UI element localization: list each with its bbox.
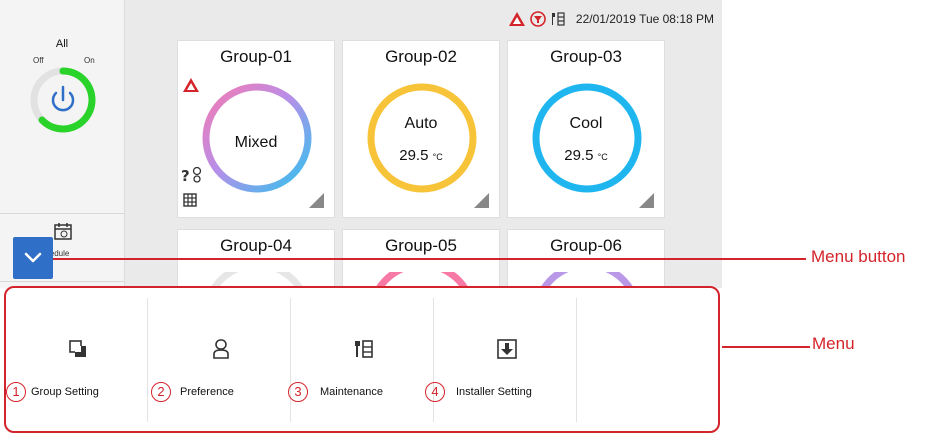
maintenance-icon[interactable]	[550, 11, 566, 27]
main-panel: 22/01/2019 Tue 08:18 PM Group-01 Mixed ?	[125, 0, 722, 290]
calendar-icon[interactable]	[53, 221, 73, 241]
group-card-01[interactable]: Group-01 Mixed ?	[177, 40, 335, 218]
status-datetime: 22/01/2019 Tue 08:18 PM	[575, 12, 714, 26]
all-label: All	[55, 38, 69, 50]
menu-callout-line	[722, 346, 810, 348]
chevron-down-icon	[24, 252, 42, 263]
group-temperature: 29.5 °C	[564, 147, 608, 164]
group-mode: Mixed	[234, 134, 278, 151]
unknown-settings-icon: ?	[181, 166, 202, 185]
group-card-03[interactable]: Group-03 Cool 29.5 °C	[507, 40, 665, 218]
group-name: Group-02	[385, 47, 457, 66]
power-icon	[51, 85, 75, 112]
group-name: Group-01	[220, 47, 292, 66]
expand-corner-icon	[309, 193, 324, 208]
status-bar: 22/01/2019 Tue 08:18 PM	[508, 10, 714, 28]
group-name: Group-05	[385, 236, 457, 255]
group-name: Group-06	[550, 236, 622, 255]
menu-callout-label: Menu	[812, 334, 855, 353]
expand-corner-icon	[639, 193, 654, 208]
svg-text:?: ?	[181, 167, 190, 185]
expand-corner-icon	[474, 193, 489, 208]
auto-mode-ring	[367, 83, 477, 193]
cool-mode-ring	[532, 83, 642, 193]
power-toggle-button[interactable]	[29, 66, 97, 134]
grid-icon	[183, 193, 197, 207]
menu-button[interactable]	[13, 237, 53, 279]
menu-highlight-outline	[4, 286, 720, 433]
group-mode: Auto	[404, 115, 438, 132]
group-name: Group-03	[550, 47, 622, 66]
warning-icon[interactable]	[508, 11, 526, 27]
warning-icon	[183, 78, 199, 92]
group-temperature: 29.5 °C	[399, 147, 443, 164]
group-name: Group-04	[220, 236, 292, 255]
on-label: On	[84, 56, 95, 65]
menu-button-callout-label: Menu button	[811, 247, 906, 266]
off-label: Off	[33, 56, 44, 65]
group-mode: Cool	[569, 115, 603, 132]
filter-icon[interactable]	[530, 11, 546, 27]
group-card-02[interactable]: Group-02 Auto 29.5 °C	[342, 40, 500, 218]
menu-button-callout-line	[53, 258, 806, 260]
